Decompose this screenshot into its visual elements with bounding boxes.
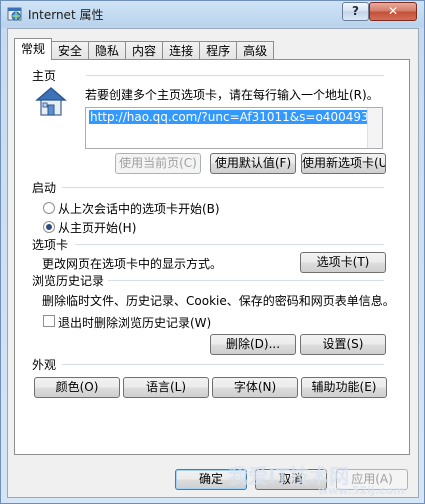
ok-button[interactable]: 确定: [175, 469, 247, 490]
tabs-description: 更改网页在选项卡中的显示方式。: [42, 257, 223, 271]
home-page-address-box[interactable]: http://hao.qq.com/?unc=Af31011&s=o400493: [85, 107, 383, 149]
tab-privacy[interactable]: 隐私: [88, 41, 127, 60]
address-box-scrollbar[interactable]: [367, 108, 382, 148]
divider: [86, 75, 384, 76]
history-description: 删除临时文件、历史记录、Cookie、保存的密码和网页表单信息。: [42, 294, 395, 308]
tab-connections[interactable]: 连接: [162, 41, 201, 60]
appearance-section-title: 外观: [32, 358, 57, 372]
tab-strip: 常规 安全 隐私 内容 连接 程序 高级: [14, 38, 275, 60]
accessibility-button[interactable]: 辅助功能(E): [301, 377, 387, 398]
tabs-settings-button[interactable]: 选项卡(T): [300, 252, 386, 273]
window-title: Internet 属性: [28, 8, 104, 22]
home-hint-text: 若要创建多个主页选项卡，请在每行输入一个地址(R)。: [85, 88, 379, 102]
startup-section-title: 启动: [32, 181, 57, 195]
help-button[interactable]: ?: [342, 2, 369, 21]
internet-options-icon: [7, 7, 22, 21]
divider: [75, 244, 384, 245]
home-section-title: 主页: [32, 69, 57, 83]
tab-general[interactable]: 常规: [14, 38, 53, 60]
tab-security[interactable]: 安全: [51, 41, 90, 60]
use-current-button[interactable]: 使用当前页(C): [115, 153, 201, 174]
history-section-title: 浏览历史记录: [32, 274, 105, 288]
tabs-section-title: 选项卡: [32, 238, 69, 252]
delete-on-exit-label: 退出时删除浏览历史记录(W): [58, 316, 212, 330]
home-start-label: 从主页开始(H): [58, 221, 137, 235]
divider: [62, 187, 384, 188]
last-session-label: 从上次会话中的选项卡开始(B): [58, 202, 220, 216]
apply-button[interactable]: 应用(A): [336, 469, 408, 490]
home-page-url: http://hao.qq.com/?unc=Af31011&s=o400493: [89, 110, 370, 124]
languages-button[interactable]: 语言(L): [123, 377, 209, 398]
delete-history-button[interactable]: 删除(D)...: [210, 334, 296, 355]
divider: [108, 280, 384, 281]
fonts-button[interactable]: 字体(N): [212, 377, 298, 398]
home-start-radio[interactable]: [43, 221, 55, 233]
last-session-radio[interactable]: [43, 202, 55, 214]
divider: [62, 364, 384, 365]
history-settings-button[interactable]: 设置(S): [300, 334, 386, 355]
home-house-icon: [35, 87, 67, 116]
use-new-tab-button[interactable]: 使用新选项卡(U): [301, 153, 386, 174]
tab-programs[interactable]: 程序: [199, 41, 238, 60]
tab-advanced[interactable]: 高级: [236, 41, 275, 60]
use-default-button[interactable]: 使用默认值(F): [210, 153, 296, 174]
close-button[interactable]: ✕: [369, 2, 417, 21]
colors-button[interactable]: 颜色(O): [34, 377, 120, 398]
delete-on-exit-checkbox[interactable]: [43, 315, 55, 327]
tab-content[interactable]: 内容: [125, 41, 164, 60]
cancel-button[interactable]: 取消: [255, 469, 327, 490]
title-bar[interactable]: Internet 属性 ? ✕: [1, 1, 424, 27]
